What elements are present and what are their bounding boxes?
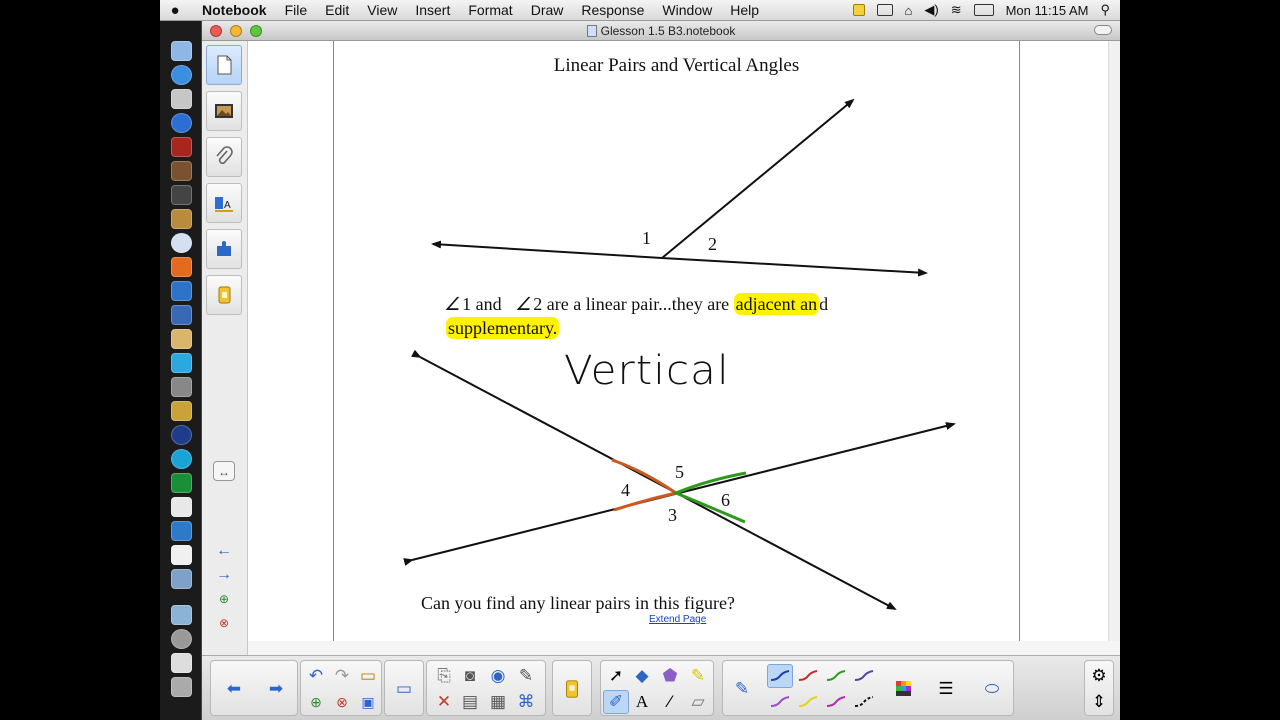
undo-button[interactable]: ↶ <box>303 664 329 688</box>
pen-style-blue[interactable] <box>767 664 793 688</box>
move-toolbar-icon[interactable]: ⇕ <box>1086 690 1112 714</box>
shape-tool-button[interactable]: ◆ <box>629 664 655 688</box>
handwritten-vertical: Vertical <box>564 348 730 394</box>
angle-label-6: 6 <box>721 490 730 510</box>
pen-style-dashed[interactable] <box>851 690 877 714</box>
statement-part1: 1 and <box>462 294 502 314</box>
screen-capture-button[interactable]: ▤ <box>457 690 483 714</box>
response-group <box>552 660 592 716</box>
response-button[interactable] <box>559 677 585 701</box>
pen-style-purple-light-icon <box>770 696 790 707</box>
shapes-button[interactable]: ⌘ <box>513 690 539 714</box>
pen-style-purple-icon <box>854 670 874 681</box>
select-tool-button[interactable]: ➚ <box>603 664 629 688</box>
eraser-button[interactable]: ▱ <box>685 690 711 714</box>
pen-style-yellow-icon <box>798 696 818 707</box>
pen-color-button[interactable]: ✎ <box>729 677 755 701</box>
line-tool-button[interactable]: ⁄ <box>657 690 683 714</box>
highlighter-button[interactable]: ✎ <box>685 664 711 688</box>
pen-style-purple[interactable] <box>851 664 877 688</box>
ray-right-top <box>661 257 928 277</box>
pen-style-green-icon <box>826 670 846 681</box>
save-button[interactable]: ▣ <box>355 690 381 714</box>
ray-left-top <box>431 240 663 259</box>
pen-styles-group: ✎ ☰ ⬭ <box>722 660 1014 716</box>
pen-style-green[interactable] <box>823 664 849 688</box>
pen-style-magenta-icon <box>826 696 846 707</box>
pen-style-purple-light[interactable] <box>767 690 793 714</box>
pen-style-red-icon <box>798 670 818 681</box>
fill-button[interactable]: ⬭ <box>979 677 1005 701</box>
pen-style-dashed-icon <box>854 696 874 707</box>
document-camera-button[interactable]: ◉ <box>485 664 511 688</box>
pen-style-blue-icon <box>770 670 790 681</box>
pen-style-red[interactable] <box>795 664 821 688</box>
edit-group: ↶ ↷ ▭ ⊕ ⊗ ▣ <box>300 660 382 716</box>
next-page-button[interactable]: ➡ <box>263 677 289 701</box>
bottom-toolbar: ⬅ ➡ ↶ ↷ ▭ ⊕ ⊗ ▣ ▭ ⎘ ◙ ◉ ✎ ✕ ▤ ▦ ⌘ ➚ ◆ ⬟ … <box>202 655 1120 720</box>
paste-button[interactable]: ⎘ <box>431 664 457 688</box>
line-style-button[interactable]: ☰ <box>933 677 959 701</box>
page-title: Linear Pairs and Vertical Angles <box>553 55 800 76</box>
display-group: ▭ <box>384 660 424 716</box>
text-tool-button[interactable]: A <box>629 690 655 714</box>
screen-shade-button[interactable]: ▭ <box>391 677 417 701</box>
color-palette-icon <box>896 681 911 696</box>
color-palette-button[interactable] <box>891 677 917 701</box>
tools-group: ➚ ◆ ⬟ ✎ ✐ A ⁄ ▱ <box>600 660 714 716</box>
pens-button[interactable]: ✐ <box>603 690 629 714</box>
angle-label-5: 5 <box>675 462 684 482</box>
ray-up-top <box>661 98 855 259</box>
pen-style-magenta[interactable] <box>823 690 849 714</box>
line-ascending <box>403 422 956 566</box>
angle-symbol-icon: ∠ <box>515 294 532 314</box>
open-folder-icon[interactable]: ▭ <box>355 664 381 688</box>
table-button[interactable]: ▦ <box>485 690 511 714</box>
add-page-button[interactable]: ⊕ <box>303 690 329 714</box>
properties-button[interactable]: ✎ <box>513 664 539 688</box>
highlight-adjacent: adjacent an <box>733 293 820 315</box>
redo-button[interactable]: ↷ <box>329 664 355 688</box>
delete-page-button[interactable]: ⊗ <box>329 690 355 714</box>
magic-pen-button[interactable]: ⬟ <box>657 664 683 688</box>
settings-group: ⚙ ⇕ <box>1084 660 1114 716</box>
statement-line-2: supplementary. <box>446 317 560 339</box>
capture-button[interactable]: ◙ <box>457 664 483 688</box>
previous-page-button[interactable]: ⬅ <box>221 677 247 701</box>
angle-symbol-icon: ∠ <box>444 294 461 314</box>
statement-part3: d <box>819 294 829 314</box>
highlight-supplementary: supplementary. <box>446 317 560 339</box>
navigation-group: ⬅ ➡ <box>210 660 298 716</box>
angle-label-4: 4 <box>621 480 630 500</box>
linear-pair-statement: ∠ 1 and ∠ 2 are a linear pair...they are a… <box>444 293 829 315</box>
insert-group: ⎘ ◙ ◉ ✎ ✕ ▤ ▦ ⌘ <box>426 660 546 716</box>
angle-label-1: 1 <box>642 228 651 248</box>
question-text: Can you find any linear pairs in this fi… <box>421 593 735 613</box>
pen-style-yellow[interactable] <box>795 690 821 714</box>
angle-label-2: 2 <box>708 234 717 254</box>
extend-page-link[interactable]: Extend Page <box>649 614 706 625</box>
statement-part2: 2 are a linear pair...they are <box>533 294 730 314</box>
angle-label-3: 3 <box>668 505 677 525</box>
gear-icon[interactable]: ⚙ <box>1086 664 1112 688</box>
delete-button[interactable]: ✕ <box>431 690 457 714</box>
angle-6-mark <box>672 471 747 524</box>
response-icon <box>566 680 578 698</box>
